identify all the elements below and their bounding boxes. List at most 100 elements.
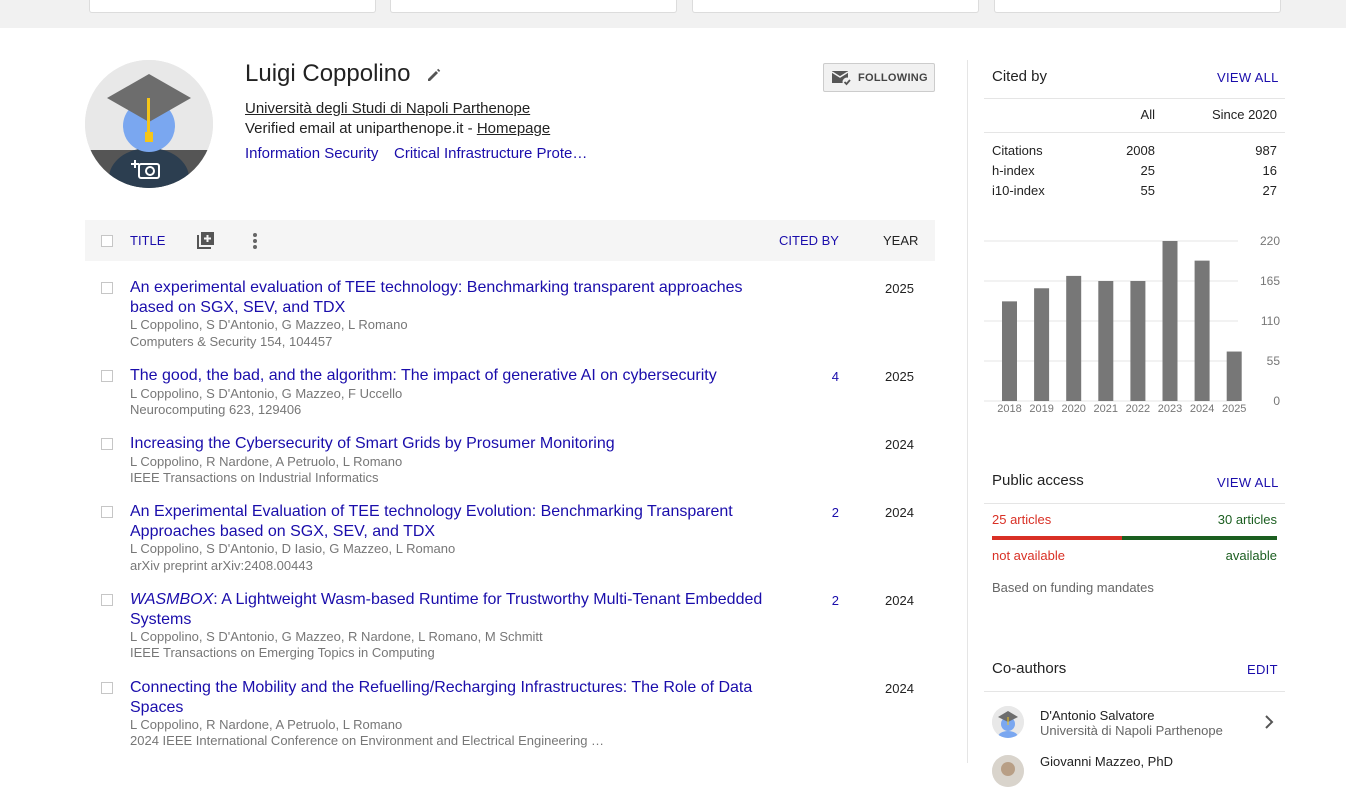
citation-bar[interactable] [1130,281,1146,401]
article-title-rest: : A Lightweight Wasm-based Runtime for T… [130,591,763,628]
article-title[interactable]: WASMBOX: A Lightweight Wasm-based Runtim… [130,590,770,630]
divider [984,98,1285,99]
sort-by-year[interactable]: YEAR [883,233,918,248]
public-access-view-all[interactable]: VIEW ALL [1217,475,1279,490]
article-title-italic: WASMBOX [130,591,214,608]
divider [984,691,1285,692]
y-tick-label: 220 [1260,234,1280,248]
sort-by-cited[interactable]: CITED BY [779,233,839,248]
coauthor-item[interactable]: Giovanni Mazzeo, PhD [984,745,1285,789]
article-year: 2025 [885,369,914,384]
add-article-icon[interactable] [197,231,215,249]
available-label: available [1225,548,1277,563]
top-bar [0,0,1346,28]
article-checkbox[interactable] [101,282,113,294]
article-authors: L Coppolino, S D'Antonio, G Mazzeo, R Na… [130,629,543,644]
profile-affiliation[interactable]: Università degli Studi di Napoli Parthen… [245,100,530,117]
citation-bar[interactable] [1226,351,1242,401]
article-checkbox[interactable] [101,594,113,606]
article-authors: L Coppolino, R Nardone, A Petruolo, L Ro… [130,717,403,732]
more-options-icon[interactable] [251,232,259,250]
x-tick-label: 2020 [1061,403,1085,415]
sort-by-title[interactable]: TITLE [130,233,165,248]
available-count[interactable]: 30 articles [1150,512,1277,527]
verified-email: Verified email at uniparthenope.it - Hom… [245,120,550,137]
article-cited-count[interactable]: 2 [815,593,839,608]
person-photo-icon [992,755,1024,787]
metric-all: 2008 [1126,143,1155,158]
x-tick-label: 2023 [1158,403,1182,415]
top-card[interactable] [390,0,677,13]
available-bar [1122,536,1277,540]
metric-since: 987 [1255,143,1277,158]
article-year: 2024 [885,593,914,608]
not-available-count[interactable]: 25 articles [992,512,1051,527]
citation-bar[interactable] [1002,301,1017,401]
article-authors: L Coppolino, S D'Antonio, G Mazzeo, L Ro… [130,317,408,332]
coauthor-item[interactable]: D'Antonio Salvatore Università di Napoli… [984,700,1285,744]
coauthor-avatar [992,706,1024,738]
article-checkbox[interactable] [101,370,113,382]
coauthor-name[interactable]: D'Antonio Salvatore [1040,708,1155,723]
x-tick-label: 2025 [1222,403,1246,415]
funding-note: Based on funding mandates [992,580,1154,595]
x-tick-label: 2024 [1190,403,1214,415]
article-title[interactable]: An experimental evaluation of TEE techno… [130,278,770,318]
article-title[interactable]: The good, the bad, and the algorithm: Th… [130,366,770,386]
article-authors: L Coppolino, S D'Antonio, D Iasio, G Maz… [130,541,456,556]
not-available-label: not available [992,548,1065,563]
article-venue: 2024 IEEE International Conference on En… [130,733,605,748]
citations-chart: 220 165 110 55 0 2018 2019 2020 2021 2022 2023 2024… [984,234,1281,415]
y-tick-label: 55 [1267,354,1281,368]
metric-all: 25 [1140,163,1155,178]
article-cited-count[interactable]: 2 [815,505,839,520]
article-checkbox[interactable] [101,506,113,518]
x-tick-label: 2018 [997,403,1021,415]
col-header-since: Since 2020 [1211,107,1277,122]
article-cited-count[interactable]: 4 [815,369,839,384]
citation-bar[interactable] [1098,281,1114,401]
homepage-link[interactable]: Homepage [477,120,550,137]
chevron-right-icon[interactable] [1264,714,1274,730]
metric-since: 27 [1262,183,1277,198]
article-title[interactable]: An Experimental Evaluation of TEE techno… [130,502,770,542]
article-checkbox[interactable] [101,682,113,694]
coauthor-avatar [992,755,1024,787]
citation-bar[interactable] [1194,260,1210,401]
article-year: 2025 [885,281,914,296]
cited-by-view-all[interactable]: VIEW ALL [1217,70,1279,85]
select-all-checkbox[interactable] [101,235,113,247]
top-card[interactable] [994,0,1281,13]
following-button[interactable]: FOLLOWING [823,63,935,92]
article-checkbox[interactable] [101,438,113,450]
article-year: 2024 [885,437,914,452]
y-tick-label: 165 [1260,274,1280,288]
x-tick-label: 2022 [1126,403,1150,415]
metric-label[interactable]: Citations [992,143,1043,158]
public-access-heading: Public access [992,472,1084,489]
edit-pencil-icon[interactable] [426,67,442,83]
cited-by-heading: Cited by [992,68,1048,85]
top-card[interactable] [692,0,979,13]
coauthors-heading: Co-authors [992,660,1067,677]
article-venue: arXiv preprint arXiv:2408.00443 [130,558,313,573]
article-title[interactable]: Increasing the Cybersecurity of Smart Gr… [130,434,770,454]
scholar-avatar-icon [992,706,1024,738]
interest-link[interactable]: Information Security [245,145,378,162]
divider [984,503,1285,504]
y-tick-label: 110 [1261,314,1280,328]
citation-bar[interactable] [1066,275,1082,401]
coauthor-name[interactable]: Giovanni Mazzeo, PhD [1040,754,1173,769]
metric-label[interactable]: h-index [992,163,1035,178]
metric-label[interactable]: i10-index [992,183,1045,198]
profile-avatar[interactable] [85,60,213,188]
metric-all: 55 [1140,183,1155,198]
citation-bar[interactable] [1162,241,1178,401]
profile-name: Luigi Coppolino [245,60,411,87]
article-title[interactable]: Connecting the Mobility and the Refuelli… [130,678,770,718]
article-year: 2024 [885,681,914,696]
coauthors-edit[interactable]: EDIT [1247,662,1278,677]
interest-link[interactable]: Critical Infrastructure Prote… [394,145,587,162]
top-card[interactable] [89,0,376,13]
citation-bar[interactable] [1034,288,1050,401]
